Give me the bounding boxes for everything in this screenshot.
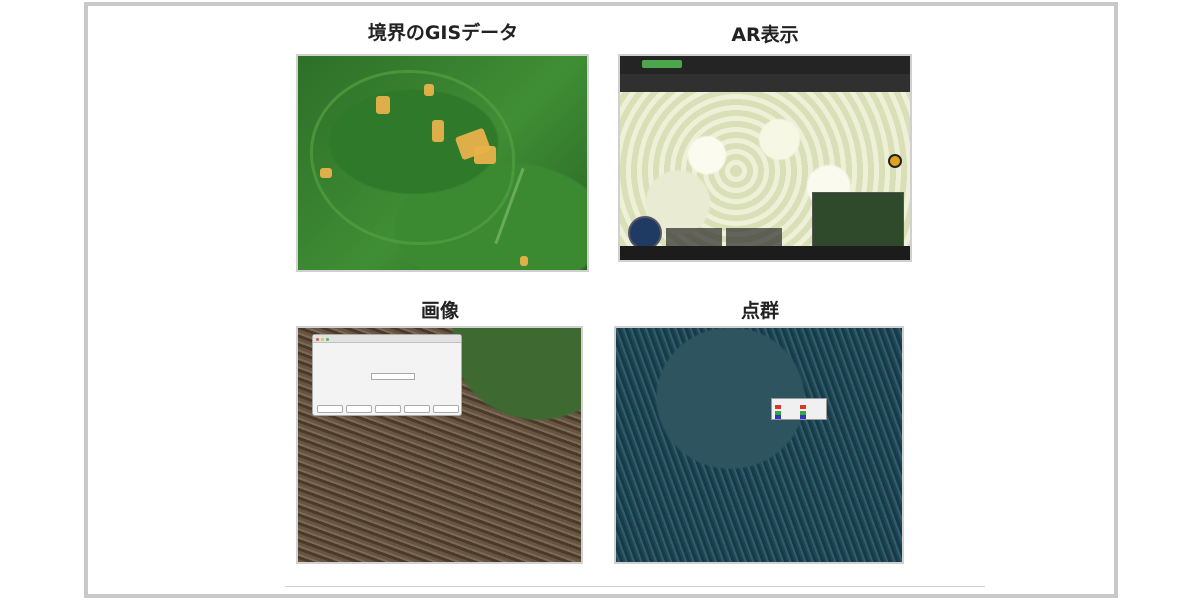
axis-marker [775,415,781,419]
gis-polygon [376,96,390,114]
ar-display-screenshot [618,54,912,262]
minimap[interactable] [812,192,904,252]
heading-point-cloud: 点群 [740,300,779,322]
dialog-button-row [317,405,459,413]
telemetry-panel [666,228,722,246]
compass-icon [628,216,662,250]
telemetry-panel [726,228,782,246]
gis-polygon [424,84,434,96]
camera-settings-bar [620,74,910,92]
gis-polygon [474,146,496,164]
divider [285,586,985,587]
measurement-dialog [312,334,462,416]
dialog-button[interactable] [346,405,372,413]
axis-marker [800,405,806,409]
dialog-button[interactable] [433,405,459,413]
heading-ar-display: AR表示 [731,24,799,46]
axis-marker [775,405,781,409]
gis-polygon [320,168,332,178]
gis-boundary-image [296,54,589,272]
measurement-field[interactable] [371,373,415,380]
heading-gis-data: 境界のGISデータ [367,22,519,44]
dialog-button[interactable] [404,405,430,413]
gis-polygon [432,120,444,142]
point-cloud-image [614,326,904,564]
ar-waypoint-icon[interactable] [888,154,902,168]
bottom-bar [620,246,910,260]
dialog-titlebar [313,335,461,343]
point-info-label [771,398,827,420]
flight-status-badge [642,60,682,68]
window-controls [316,337,332,341]
heading-image: 画像 [420,300,459,322]
dialog-button[interactable] [375,405,401,413]
axis-marker [800,415,806,419]
orthophoto-image [296,326,583,564]
figure-frame [84,2,1118,598]
dialog-button[interactable] [317,405,343,413]
gis-polygon [520,256,528,266]
app-status-bar [620,56,910,74]
